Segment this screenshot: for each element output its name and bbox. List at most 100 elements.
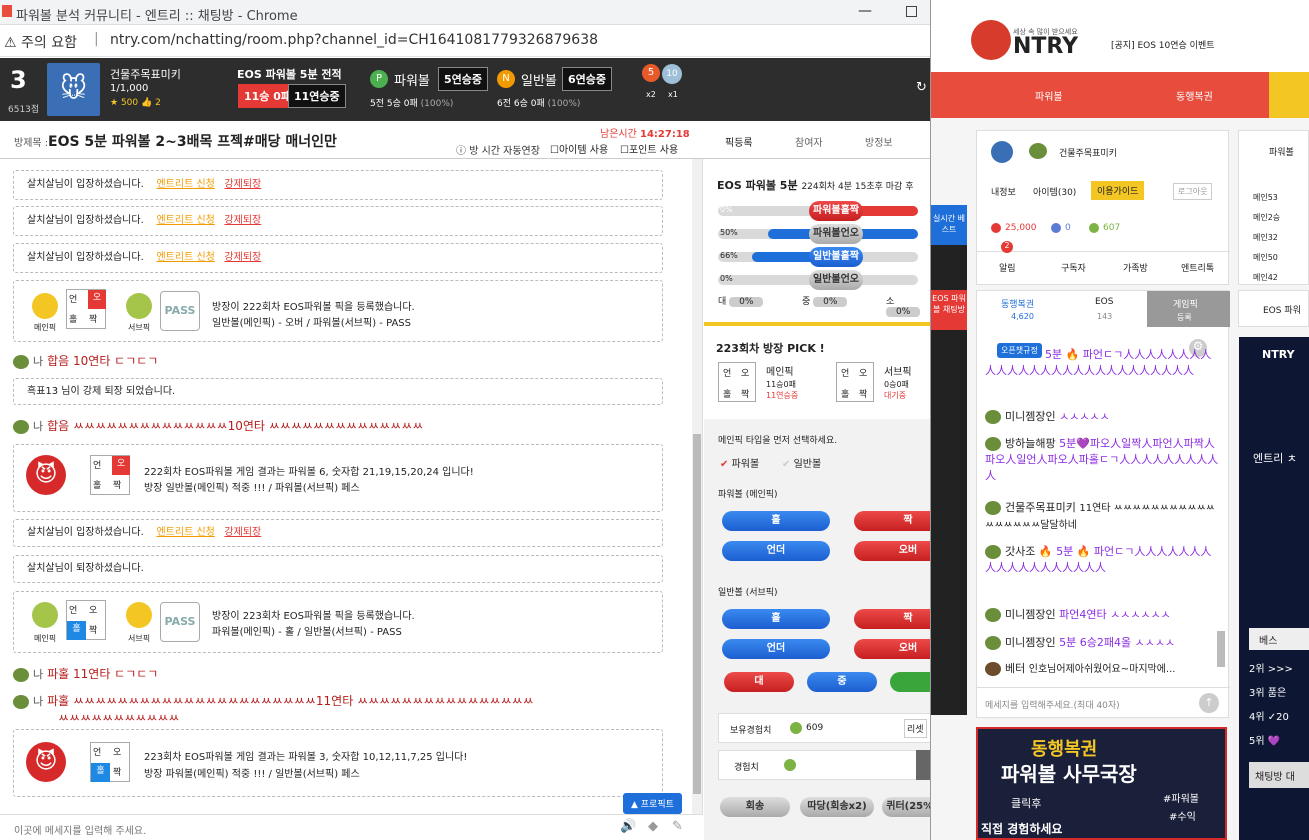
streak-badge: 11연승중	[288, 84, 346, 108]
nav-extra[interactable]	[1269, 72, 1309, 118]
menu-subscribers[interactable]: 구독자	[1061, 261, 1086, 274]
eos-chat-label[interactable]: EOS 파워볼 채팅방	[931, 290, 967, 330]
over-button[interactable]: 오버	[854, 639, 930, 659]
tool-icon[interactable]: ✎	[672, 819, 683, 834]
ad-tag: #수익	[1169, 812, 1196, 823]
double-button[interactable]: 따당(회송x2)	[800, 797, 874, 817]
quarter-button[interactable]: 퀴터(25%)	[882, 797, 930, 817]
cash-value: 25,000	[1005, 223, 1037, 233]
level-number: 3	[10, 66, 27, 94]
side-list-users: 메인53 메인2승 메인32 메인50 메인42	[1253, 193, 1281, 282]
message-input[interactable]: 이곳에 메세지를 입력해 주세요. 🔊 ◆ ✎	[0, 814, 703, 840]
more-button[interactable]: 베스	[1249, 628, 1309, 650]
small-button[interactable]	[890, 672, 930, 692]
auto-extend-label[interactable]: ⓘ 방 시간 자동연장	[456, 142, 540, 157]
odd-button[interactable]: 홀	[722, 511, 830, 531]
under-button[interactable]: 언더	[722, 639, 830, 659]
sub-pick-label: 서브픽	[128, 634, 151, 643]
exp-label: 경험치	[734, 763, 759, 773]
guide-button[interactable]: 이용가이드	[1091, 181, 1145, 200]
menu-family[interactable]: 가족방	[1123, 261, 1148, 274]
my-info-link[interactable]: 내정보	[991, 185, 1016, 198]
result-detail: 방장 일반볼(메인픽) 적중 !!! / 파워볼(서브픽) 페스	[144, 483, 360, 494]
devil-avatar-icon: 😈	[26, 742, 66, 782]
refresh-icon[interactable]: ↻	[916, 80, 927, 95]
kick-link[interactable]: 강제퇴장	[224, 179, 261, 190]
warning-label: ⚠ 주의 요함	[4, 35, 77, 51]
entry-apply-link[interactable]: 엔트리트 신청	[156, 527, 214, 538]
kick-link[interactable]: 강제퇴장	[224, 215, 261, 226]
kick-link[interactable]: 강제퇴장	[224, 527, 261, 538]
url-text[interactable]: ntry.com/nchatting/room.php?channel_id=C…	[110, 32, 598, 48]
tab-lottery[interactable]: 동행복권	[1001, 297, 1034, 310]
tab-eos[interactable]: EOS	[1095, 297, 1113, 307]
chat-scrollbar[interactable]	[692, 159, 702, 814]
even-button[interactable]: 짝	[854, 511, 930, 531]
kick-link[interactable]: 강제퇴장	[224, 252, 261, 263]
large-button[interactable]: 대	[724, 672, 794, 692]
eraser-icon[interactable]: ◆	[648, 819, 658, 834]
nav-lottery[interactable]: 동행복권	[1176, 88, 1213, 103]
minimize-icon[interactable]: —	[858, 3, 872, 19]
even-button[interactable]: 짝	[854, 609, 930, 629]
send-icon[interactable]: ↑	[1199, 693, 1219, 713]
avatar-mickey-icon[interactable]: 🐭	[47, 63, 100, 116]
nb-sub-label: 일반볼 (서브픽)	[718, 588, 778, 598]
main-pick-label: 메인픽	[34, 323, 57, 332]
menu-notify[interactable]: 알림	[999, 261, 1016, 274]
nb-radio[interactable]: ✔ 일반볼	[782, 455, 821, 470]
odd-button[interactable]: 홀	[722, 609, 830, 629]
medium-button[interactable]: 중	[807, 672, 877, 692]
notice[interactable]: [공지] EOS 10연승 이벤트	[1111, 38, 1215, 51]
pb-sub: 5전 5승 0패 (100%)	[370, 99, 454, 109]
pick-detail: 일반볼(메인픽) - 오버 / 파워볼(서브픽) - PASS	[212, 318, 411, 329]
ad-tag: #파워볼	[1163, 794, 1199, 805]
ntry-logo-icon[interactable]	[971, 20, 1011, 60]
under-button[interactable]: 언더	[722, 541, 830, 561]
system-message: 살치살님이 입장하셨습니다. 엔트리트 신청 강제퇴장	[13, 170, 663, 200]
medal-icon: 10	[662, 64, 682, 84]
pick-message: 메인픽 언오홀짝 서브픽 PASS 방장이 222회차 EOS파워볼 픽을 등록…	[13, 280, 663, 342]
point-use-checkbox[interactable]: ☐포인트 사용	[620, 141, 678, 156]
open-chat-panel: 동행복권 4,620 EOS 143 게임픽 등록 오픈챗규정 ⚙ 5분 🔥 파…	[976, 290, 1230, 718]
pick-title: 223회차 방장 PICK !	[716, 342, 825, 355]
item-link[interactable]: 아이템(30)	[1033, 185, 1076, 198]
system-message: 흑표13 님이 강제 퇴장 되었습니다.	[13, 378, 663, 405]
chat-room-button[interactable]: 채팅방 대	[1249, 762, 1309, 788]
room-label: 방제목 :	[14, 138, 49, 149]
sub-pick-card: 언오홀짝	[836, 362, 874, 402]
tab-sub: 등록	[1177, 313, 1192, 322]
maximize-icon[interactable]	[906, 6, 917, 17]
devil-avatar-icon: 😈	[26, 455, 66, 495]
pick-message: 메인픽 언오홀짝 서브픽 PASS 방장이 223회차 EOS파워볼 픽을 등록…	[13, 591, 663, 653]
chat-line: 방하늘해팡 5분💜파오人일짝人파언人파짝人파오人일언人파오人파홀ㄷㄱ人人人人人人…	[985, 437, 1219, 482]
medal-count: x2	[646, 90, 656, 99]
chat-line: 미니젬장인 ㅅㅅㅅㅅㅅ	[985, 409, 1220, 425]
entry-apply-link[interactable]: 엔트리트 신청	[156, 179, 214, 190]
my-message: 나 파홀 11연타 ㄷㄱㄷㄱ	[13, 665, 158, 682]
chat-scrollbar[interactable]	[1217, 631, 1225, 667]
menu-entrytalk[interactable]: 엔트리톡	[1181, 261, 1214, 274]
powerball-icon	[32, 602, 58, 628]
address-bar[interactable]: ⚠ 주의 요함 | ntry.com/nchatting/room.php?ch…	[0, 25, 930, 57]
entry-apply-link[interactable]: 엔트리트 신청	[156, 252, 214, 263]
item-use-checkbox[interactable]: ☐아이템 사용	[550, 141, 608, 156]
tab-pick[interactable]: 픽등록	[725, 134, 753, 149]
logout-button[interactable]: 로그아웃	[1173, 183, 1213, 200]
speaker-icon[interactable]: 🔊	[620, 819, 636, 834]
recover-button[interactable]: 회송	[720, 797, 790, 817]
exp-submit[interactable]	[916, 750, 930, 780]
exp-value: 607	[1103, 223, 1121, 233]
entry-apply-link[interactable]: 엔트리트 신청	[156, 215, 214, 226]
normalball-icon	[32, 293, 58, 319]
tab-participants[interactable]: 참여자	[795, 134, 823, 149]
reset-button[interactable]: 리셋	[904, 719, 927, 738]
nav-powerball[interactable]: 파워볼	[1035, 88, 1063, 103]
brand-name[interactable]: NTRY	[1013, 34, 1078, 59]
ad-text: 직접 경험하세요	[981, 822, 1063, 836]
tab-room-info[interactable]: 방정보	[865, 134, 893, 149]
propick-button[interactable]: ▲ 프로픽트	[623, 793, 682, 814]
over-button[interactable]: 오버	[854, 541, 930, 561]
site-nav: 파워볼 동행복권	[931, 72, 1309, 118]
pb-radio[interactable]: ✔ 파워볼	[720, 455, 759, 470]
